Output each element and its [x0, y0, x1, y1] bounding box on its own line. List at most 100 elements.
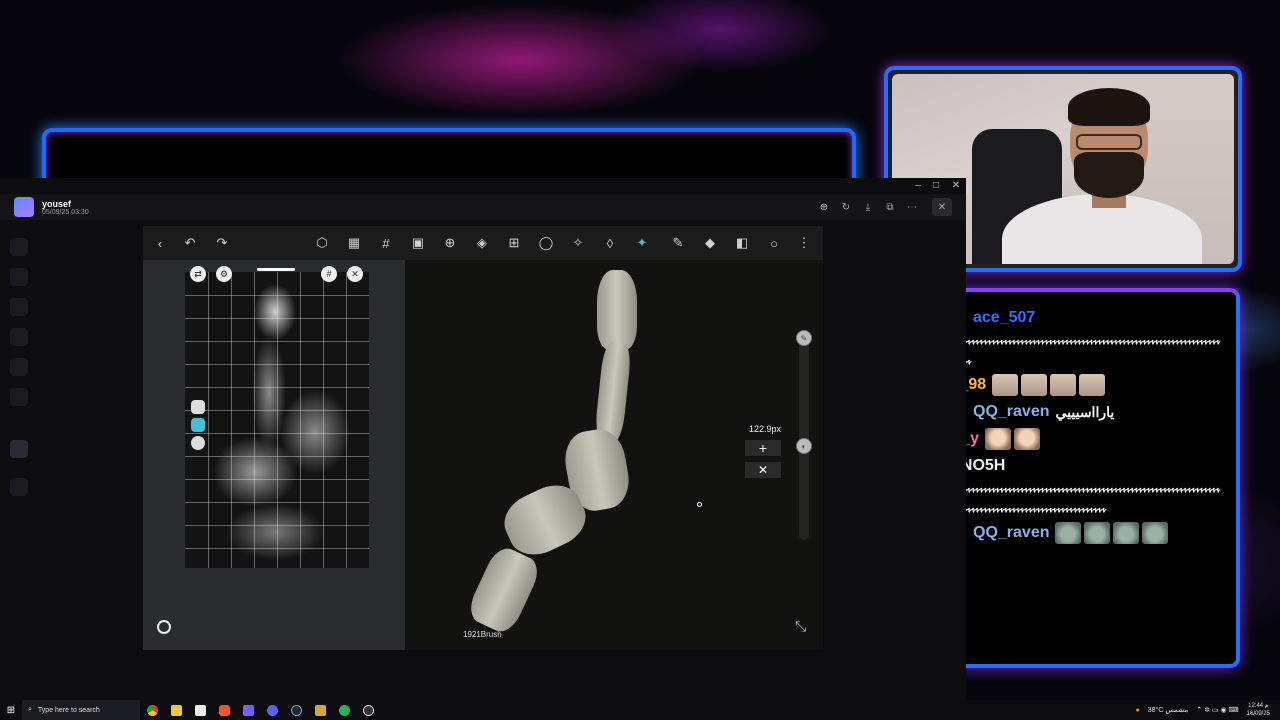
chat-emote-icon [1055, 522, 1082, 544]
chat-username[interactable]: QQ_raven [973, 402, 1049, 422]
brush-size-readout: 122.9px [749, 424, 782, 434]
lasso-icon[interactable]: ◯ [537, 234, 555, 252]
stream-overlay: ♥◍♞ace_507ﮩﮩﮩﮩﮩﮩﮩﮩﮩﮩﮩﮩﮩﮩﮩﮩﮩﮩﮩﮩﮩﮩﮩﮩﮩﮩﮩﮩﮩﮩ… [0, 0, 1280, 720]
drawn-hand [597, 270, 637, 350]
reference-close-icon[interactable]: ✕ [347, 266, 363, 282]
side-tool-icon[interactable] [191, 400, 205, 414]
modifier-button[interactable] [157, 620, 171, 634]
window-titlebar: – □ ✕ [0, 178, 966, 194]
minimize-button[interactable]: – [908, 180, 928, 191]
weather-readout[interactable]: 38°C مشمس [1148, 706, 1189, 714]
undo-icon[interactable]: ↶ [181, 234, 199, 252]
steam-icon[interactable] [284, 700, 308, 720]
viewer-close-button[interactable]: ✕ [932, 198, 952, 216]
reference-grid-icon[interactable]: # [321, 266, 337, 282]
start-button[interactable]: ⊞ [0, 700, 22, 720]
download-icon[interactable]: ⤓ [858, 198, 878, 216]
chat-emote-icon [1113, 522, 1140, 544]
brush-size-knob-icon[interactable]: ✎ [796, 330, 812, 346]
user-name: yousef [42, 198, 72, 209]
reference-panel: ⇄ ⚙ # ✕ [143, 260, 405, 650]
avatar[interactable] [14, 197, 34, 217]
clock[interactable]: 12:44 م 16/09/25 [1247, 702, 1270, 718]
drop-icon[interactable]: ◊ [601, 234, 619, 252]
layers-icon[interactable]: ◧ [733, 234, 751, 252]
maximize-button[interactable]: □ [926, 180, 946, 191]
zoom-in-icon[interactable]: ⊕ [814, 198, 834, 216]
image-viewer-header: yousef 05/09/25 03:30 ⊕ ↻ ⤓ ⧉ ⋯ ✕ [0, 194, 966, 220]
blurred-server-icon [10, 328, 28, 346]
size-increase-button[interactable]: + [745, 440, 781, 456]
side-tool-active-icon[interactable] [191, 418, 205, 432]
search-placeholder: Type here to search [37, 706, 100, 714]
brush-slider[interactable]: ✎ ◐ [796, 330, 812, 540]
redo-icon[interactable]: ↷ [213, 234, 231, 252]
external-link-icon[interactable]: ⧉ [880, 198, 900, 216]
obs-icon[interactable] [356, 700, 380, 720]
chat-message-text: يارااسيييي [1055, 404, 1115, 420]
reference-settings-icon[interactable]: ⚙ [216, 266, 232, 282]
add-icon[interactable]: ⊕ [441, 234, 459, 252]
chat-emote-icon [1142, 522, 1169, 544]
grid-icon[interactable]: ▦ [345, 234, 363, 252]
brush-name: 1921Brush [463, 630, 502, 639]
reference-flip-icon[interactable]: ⇄ [190, 266, 206, 282]
drawn-lower-arm [464, 543, 544, 637]
drawing-canvas[interactable]: 122.9px + ✕ ✎ ◐ 1921Brush ⤡ [405, 260, 823, 650]
chrome-icon[interactable] [140, 700, 164, 720]
color-icon[interactable]: ○ [765, 234, 783, 252]
brave-icon[interactable] [212, 700, 236, 720]
blurred-server-icon [10, 268, 28, 286]
search-icon: ⌕ [28, 706, 32, 713]
discord-icon[interactable] [260, 700, 284, 720]
brush-cursor [697, 502, 702, 507]
brush-icon[interactable]: ✎ [669, 234, 687, 252]
side-toolbar [191, 400, 205, 454]
chat-emote-icon [985, 428, 1012, 450]
chat-emote-icon [1084, 522, 1111, 544]
tray-icons[interactable]: ⌃ ✲ ▭ ◉ ⌨ [1196, 706, 1238, 714]
folder-icon[interactable] [308, 700, 332, 720]
close-window-button[interactable]: ✕ [946, 180, 966, 191]
stamp-icon[interactable]: ✦ [633, 234, 651, 252]
smudge-icon[interactable]: ✧ [569, 234, 587, 252]
system-tray: ● 38°C مشمس ⌃ ✲ ▭ ◉ ⌨ 12:44 م 16/09/25 [1136, 700, 1271, 720]
blurred-server-icon [10, 298, 28, 316]
more-icon[interactable]: ⋯ [902, 198, 922, 216]
size-close-button[interactable]: ✕ [745, 462, 781, 478]
chat-username[interactable]: QQ_raven [973, 523, 1049, 543]
rotate-icon[interactable]: ↻ [836, 198, 856, 216]
eraser-icon[interactable]: ◆ [701, 234, 719, 252]
fit-screen-icon[interactable]: ⤡ [795, 618, 806, 635]
more-icon[interactable]: ⋮ [795, 234, 813, 252]
save-icon[interactable]: ▣ [409, 234, 427, 252]
back-icon[interactable]: ‹ [151, 234, 169, 252]
chat-emote-icon [992, 374, 1019, 396]
side-tool-icon[interactable] [191, 436, 205, 450]
clock-date: 16/09/25 [1246, 711, 1270, 717]
hash-icon[interactable]: # [377, 234, 395, 252]
taskbar-search[interactable]: ⌕ Type here to search [22, 700, 140, 720]
calendar-icon[interactable] [188, 700, 212, 720]
spotify-icon[interactable] [332, 700, 356, 720]
blurred-server-icon [10, 478, 28, 496]
fill-icon[interactable]: ◈ [473, 234, 491, 252]
weather-icon: ● [1135, 706, 1140, 714]
file-explorer-icon[interactable] [164, 700, 188, 720]
opacity-knob-icon[interactable]: ◐ [796, 438, 812, 454]
chat-emote-icon [1050, 374, 1077, 396]
clock-time: 12:44 م [1248, 703, 1269, 709]
app-toolbar: ‹ ↶ ↷ ⬡ ▦ # ▣ ⊕ ◈ ⊞ ◯ ✧ ◊ ✦ ✎ ◆ ◧ ○ ⋮ [143, 226, 823, 260]
drawing-app-screenshot: ‹ ↶ ↷ ⬡ ▦ # ▣ ⊕ ◈ ⊞ ◯ ✧ ◊ ✦ ✎ ◆ ◧ ○ ⋮ ⇄ … [143, 226, 823, 650]
chat-emote-icon [1014, 428, 1041, 450]
shapes-icon[interactable]: ⬡ [313, 234, 331, 252]
post-date: 05/09/25 03:30 [42, 208, 89, 216]
table-icon[interactable]: ⊞ [505, 234, 523, 252]
app-icon[interactable] [236, 700, 260, 720]
reference-drag-handle[interactable] [257, 268, 295, 271]
chat-username[interactable]: ace_507 [973, 308, 1035, 328]
blurred-server-icon [10, 440, 28, 458]
taskbar: ⊞ ⌕ Type here to search ● 38°C مشمس ⌃ ✲ … [0, 700, 1280, 720]
chat-emote-icon [1079, 374, 1106, 396]
reference-image [185, 272, 369, 568]
